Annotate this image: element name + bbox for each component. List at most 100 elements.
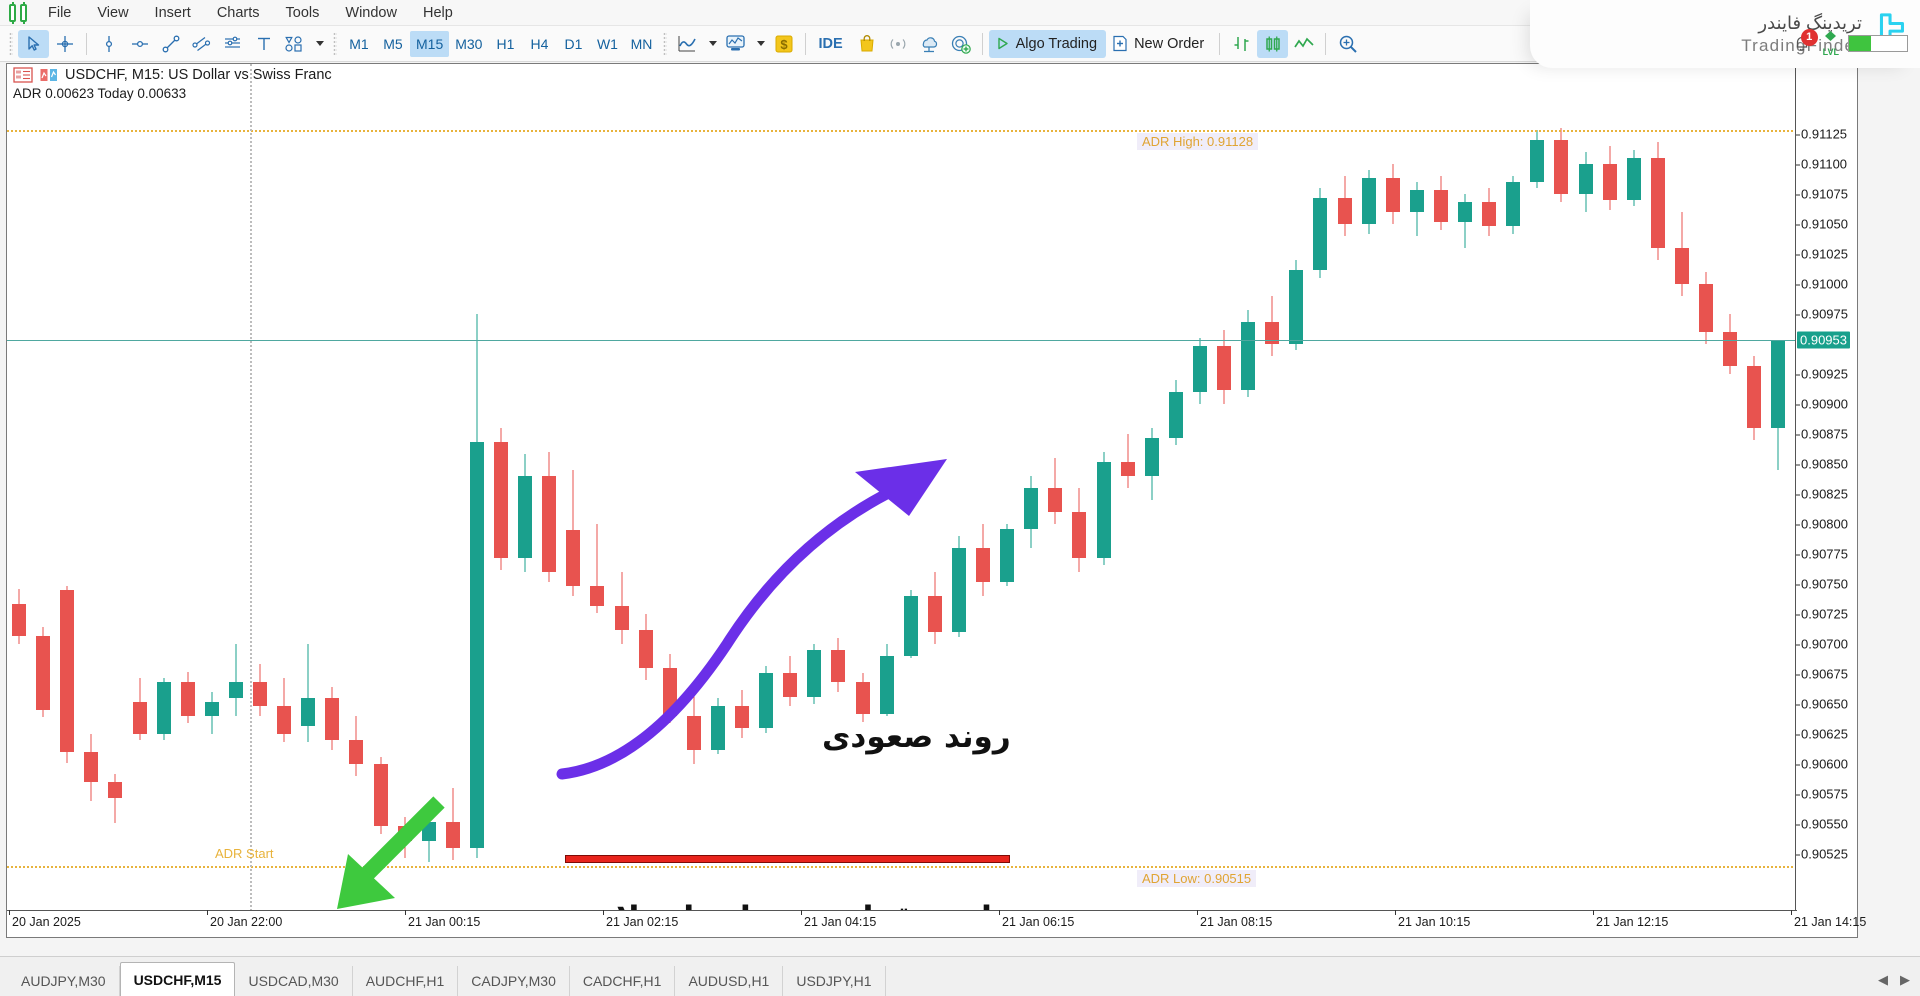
timeframe-button-d1[interactable]: D1 (556, 31, 590, 57)
equidistant-channel-tool-button[interactable] (186, 30, 217, 58)
candle-wick (235, 644, 237, 716)
candle-body (518, 476, 533, 558)
copy-trading-icon[interactable] (945, 30, 976, 58)
chart-tab-cadchf-h1[interactable]: CADCHF,H1 (570, 966, 676, 996)
bar-chart-icon[interactable] (1226, 30, 1257, 58)
candle-body (421, 821, 436, 841)
timeframe-button-mn[interactable]: MN (624, 31, 658, 57)
shapes-dropdown-caret-icon[interactable] (310, 30, 328, 58)
candle (1385, 64, 1400, 911)
fibonacci-tool-button[interactable] (217, 30, 248, 58)
candlestick-chart-icon[interactable] (1257, 29, 1289, 58)
price-axis[interactable]: 0.91125 0.91100 0.91075 0.91050 0.91025 0.910… (1795, 64, 1857, 911)
cursor-tool-button[interactable] (18, 29, 49, 58)
chart-tab-usdjpy-h1[interactable]: USDJPY,H1 (783, 966, 886, 996)
crosshair-tool-button[interactable] (49, 30, 80, 58)
candle (277, 64, 292, 911)
level-label: LVL (1822, 47, 1839, 57)
candle-body (1554, 140, 1569, 194)
timeframe-button-m1[interactable]: M1 (342, 31, 376, 57)
algo-trading-label: Algo Trading (1015, 35, 1098, 52)
adr-low-line (7, 866, 1797, 868)
menu-item-window[interactable]: Window (332, 2, 410, 24)
shapes-tool-button[interactable] (279, 30, 310, 58)
candle-body (1626, 158, 1641, 200)
chart-window[interactable]: USDCHF, M15: US Dollar vs Swiss Franc AD… (6, 63, 1866, 938)
chart-tab-cadjpy-m30[interactable]: CADJPY,M30 (458, 966, 570, 996)
tab-scroll-right-icon[interactable]: ▶ (1900, 972, 1910, 988)
chart-tab-usdcad-m30[interactable]: USDCAD,M30 (235, 966, 353, 996)
candle (1048, 64, 1063, 911)
timeframe-button-w1[interactable]: W1 (590, 31, 624, 57)
menu-item-view[interactable]: View (84, 2, 141, 24)
notifications-icon[interactable]: 1 (1792, 28, 1818, 55)
vertical-line-tool-button[interactable] (93, 30, 124, 58)
candle-body (60, 590, 75, 752)
menu-item-help[interactable]: Help (410, 2, 466, 24)
candle (1144, 64, 1159, 911)
tab-scroll-controls[interactable]: ◀ ▶ (1878, 972, 1910, 988)
timeframe-button-h4[interactable]: H4 (522, 31, 556, 57)
algo-trading-button[interactable]: Algo Trading (988, 29, 1107, 58)
candle (60, 64, 75, 911)
chart-tab-audchf-h1[interactable]: AUDCHF,H1 (353, 966, 459, 996)
text-tool-button[interactable] (248, 30, 279, 58)
toolbar-grip[interactable] (9, 31, 13, 56)
horizontal-line-tool-button[interactable] (124, 30, 155, 58)
new-order-button[interactable]: New Order (1106, 30, 1213, 58)
candle-body (1409, 190, 1424, 212)
candle (373, 64, 388, 911)
candle (1217, 64, 1231, 911)
indicators-icon[interactable] (720, 30, 751, 58)
candle-body (204, 701, 219, 716)
candle (1650, 64, 1665, 911)
time-tick: 21 Jan 04:15 (801, 910, 876, 929)
menu-item-insert[interactable]: Insert (142, 2, 204, 24)
candle (421, 64, 436, 911)
candle (1409, 64, 1424, 911)
signals-icon[interactable] (883, 30, 914, 58)
candle (976, 64, 990, 911)
toolbar-grip-timeframes[interactable] (333, 31, 337, 56)
line-chart-icon[interactable] (672, 30, 703, 58)
line-chart-mode-icon[interactable] (1288, 30, 1319, 58)
candle (927, 64, 942, 911)
chart-tab-audjpy-m30[interactable]: AUDJPY,M30 (8, 966, 120, 996)
candle (1313, 64, 1328, 911)
menu-item-charts[interactable]: Charts (204, 2, 273, 24)
timeframe-button-m30[interactable]: M30 (449, 31, 488, 57)
adr-high-line (7, 130, 1797, 133)
timeframe-button-h1[interactable]: H1 (488, 31, 522, 57)
chart-tab-usdchf-m15[interactable]: USDCHF,M15 (119, 962, 236, 996)
candle-body (1699, 284, 1713, 332)
candle-body (542, 476, 557, 572)
timeframe-button-m15[interactable]: M15 (410, 30, 450, 57)
chart-plot-area[interactable]: ADR High: 0.91128 ADR Low: 0.90515 ADR S… (7, 64, 1797, 911)
candle (807, 64, 822, 911)
candle (614, 64, 629, 911)
time-tick: 20 Jan 22:00 (207, 910, 282, 929)
line-chart-dropdown-caret-icon[interactable] (703, 30, 720, 58)
candle-body (469, 442, 484, 848)
vps-cloud-icon[interactable] (914, 30, 945, 58)
trendline-tool-button[interactable] (155, 30, 186, 58)
tab-scroll-left-icon[interactable]: ◀ (1878, 972, 1888, 988)
candle-body (566, 530, 581, 587)
toolbar-grip-styles[interactable] (663, 31, 668, 56)
price-tick: 0.91125 (1796, 127, 1847, 142)
indicators-dropdown-caret-icon[interactable] (751, 30, 768, 58)
timeframe-button-m5[interactable]: M5 (376, 31, 410, 57)
chart-tab-audusd-h1[interactable]: AUDUSD,H1 (675, 966, 784, 996)
candle-wick (307, 644, 309, 743)
one-click-trading-icon[interactable]: $ (768, 30, 799, 58)
market-bag-icon[interactable] (852, 30, 883, 58)
menu-item-tools[interactable]: Tools (273, 2, 333, 24)
ide-button[interactable]: IDE (812, 30, 851, 58)
menu-item-file[interactable]: File (35, 2, 84, 24)
time-axis[interactable]: 20 Jan 2025 20 Jan 22:00 21 Jan 00:15 21 Ja… (7, 910, 1866, 937)
candle-body (735, 706, 749, 728)
time-tick: 21 Jan 06:15 (999, 910, 1074, 929)
zoom-in-icon[interactable] (1332, 30, 1363, 58)
candle-body (759, 672, 774, 728)
candle-body (1771, 340, 1786, 428)
